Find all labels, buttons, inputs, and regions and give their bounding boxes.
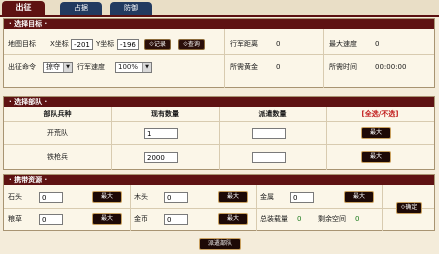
target-panel-header: · 选择目标 · (4, 19, 434, 29)
y-coord-label: Y坐标 (96, 40, 115, 48)
gold-label: 所需黄金 (230, 63, 258, 71)
gold-value: 0 (276, 63, 281, 71)
select-all-link[interactable]: [全选/不选] (326, 110, 434, 119)
remaining-space-label: 剩余空间 (318, 215, 346, 223)
dispatch-troops-button[interactable]: 派遣部队 (199, 238, 241, 250)
metal-input[interactable] (290, 192, 314, 203)
troop-current-input[interactable] (144, 152, 178, 163)
distance-value: 0 (276, 40, 281, 48)
wood-max-button[interactable]: 最大 (218, 191, 248, 203)
troop-send-input[interactable] (252, 152, 286, 163)
time-value: 00:00:00 (375, 63, 407, 71)
stone-max-button[interactable]: 最大 (92, 191, 122, 203)
coin-max-button[interactable]: 最大 (218, 213, 248, 225)
confirm-button[interactable]: ⟐确定 (396, 202, 422, 214)
tab-expedition[interactable]: 出征 (2, 1, 45, 15)
food-max-button[interactable]: 最大 (92, 213, 122, 225)
food-label: 粮草 (8, 215, 22, 223)
troops-panel: · 选择部队 · 部队兵种 现有数量 派遣数量 [全选/不选] 开荒队 最大 铁… (3, 96, 435, 170)
coin-input[interactable] (164, 214, 188, 225)
record-button[interactable]: ⟐记录 (144, 39, 171, 50)
distance-label: 行军距离 (230, 40, 258, 48)
troop-max-button[interactable]: 最大 (361, 151, 391, 163)
total-load-value: 0 (297, 215, 302, 223)
query-button[interactable]: ⟐查询 (178, 39, 205, 50)
wood-label: 木头 (134, 193, 148, 201)
troop-name: 铁枪兵 (47, 153, 68, 161)
y-coord-input[interactable] (117, 39, 139, 50)
wood-input[interactable] (164, 192, 188, 203)
time-label: 所需时间 (329, 63, 357, 71)
troop-current-input[interactable] (144, 128, 178, 139)
resources-panel-title: · 携带资源 · (9, 176, 48, 184)
troop-max-button[interactable]: 最大 (361, 127, 391, 139)
col-troop-type: 部队兵种 (43, 110, 72, 118)
troops-panel-header: · 选择部队 · (4, 97, 434, 107)
tab-bar: 出征 占据 防御 (0, 0, 439, 17)
troop-name: 开荒队 (47, 129, 68, 137)
order-label: 出征命令 (8, 63, 36, 71)
chevron-down-icon: ▼ (63, 63, 72, 72)
x-coord-input[interactable] (71, 39, 93, 50)
speed-select[interactable]: 100% ▼ (115, 62, 152, 73)
col-send-count: 派遣数量 (258, 110, 287, 118)
speed-label: 行军速度 (77, 63, 105, 71)
max-speed-label: 最大速度 (329, 40, 357, 48)
stone-label: 石头 (8, 193, 22, 201)
remaining-space-value: 0 (355, 215, 360, 223)
max-speed-value: 0 (375, 40, 380, 48)
troop-send-input[interactable] (252, 128, 286, 139)
resources-panel: · 携带资源 · 石头 最大 木头 最大 金属 最大 粮草 最大 金币 最大 总… (3, 174, 435, 231)
tab-occupy[interactable]: 占据 (60, 2, 102, 15)
metal-label: 金属 (260, 193, 274, 201)
total-load-label: 总装载量 (260, 215, 288, 223)
col-current-count: 现有数量 (151, 110, 179, 118)
metal-max-button[interactable]: 最大 (344, 191, 374, 203)
stone-input[interactable] (39, 192, 63, 203)
target-panel-title: · 选择目标 · (9, 20, 48, 28)
x-coord-label: X坐标 (50, 40, 69, 48)
resources-panel-header: · 携带资源 · (4, 175, 434, 185)
tab-defense[interactable]: 防御 (110, 2, 152, 15)
map-target-label: 地图目标 (8, 40, 36, 48)
coin-label: 金币 (134, 215, 148, 223)
troops-panel-title: · 选择部队 · (9, 98, 48, 106)
chevron-down-icon: ▼ (142, 63, 151, 72)
order-select[interactable]: 掠夺 ▼ (43, 62, 73, 73)
target-panel: · 选择目标 · 地图目标 X坐标 Y坐标 ⟐记录 ⟐查询 行军距离 0 最大速… (3, 18, 435, 88)
food-input[interactable] (39, 214, 63, 225)
